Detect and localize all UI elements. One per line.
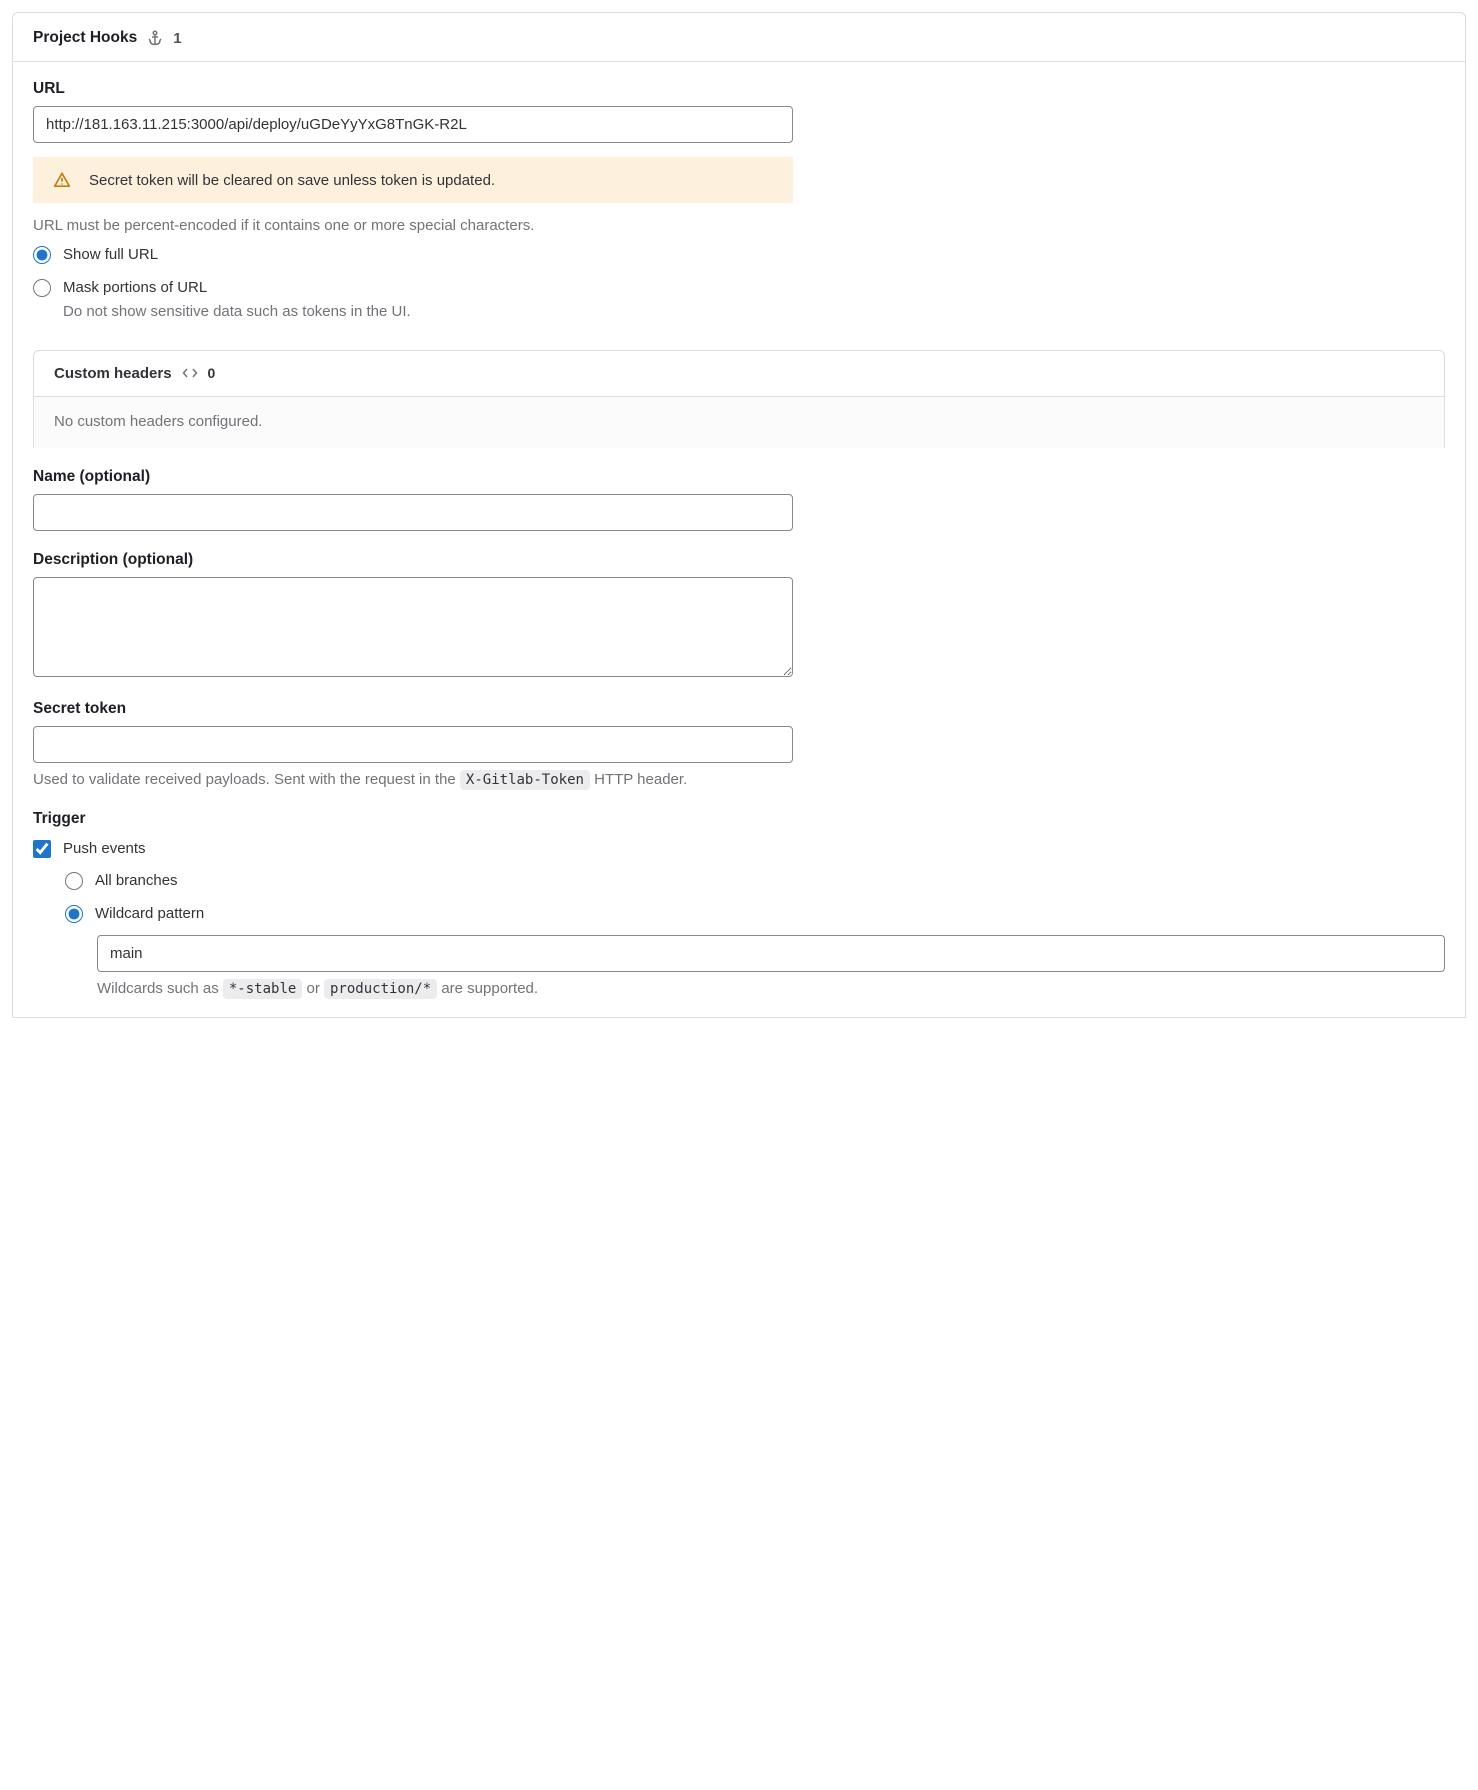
- url-input[interactable]: [33, 106, 793, 143]
- custom-headers-title: Custom headers: [54, 365, 172, 382]
- trigger-label: Trigger: [33, 810, 1445, 828]
- wildcard-label: Wildcard pattern: [95, 903, 204, 926]
- trigger-block: Trigger Push events All branches Wildcar…: [33, 810, 1445, 998]
- show-full-url-radio[interactable]: [33, 246, 51, 264]
- warning-icon: [53, 171, 71, 189]
- wildcard-input-wrap: [97, 935, 1445, 972]
- secret-token-warning: Secret token will be cleared on save unl…: [33, 157, 793, 203]
- wildcard-help: Wildcards such as *-stable or production…: [97, 980, 1445, 997]
- mask-url-label: Mask portions of URL: [63, 279, 207, 296]
- custom-headers-header: Custom headers 0: [34, 351, 1444, 397]
- wildcard-code1: *-stable: [223, 979, 302, 999]
- secret-help-post: HTTP header.: [594, 771, 687, 788]
- push-events-row: Push events: [33, 838, 1445, 861]
- project-hooks-panel: Project Hooks 1 URL Secr: [12, 12, 1466, 1018]
- description-label: Description (optional): [33, 551, 1445, 569]
- custom-headers-count: 0: [208, 365, 216, 381]
- panel-title: Project Hooks: [33, 29, 137, 47]
- mask-url-label-group: Mask portions of URL Do not show sensiti…: [63, 277, 411, 324]
- push-events-checkbox[interactable]: [33, 840, 51, 858]
- description-textarea[interactable]: [33, 577, 793, 677]
- custom-headers-panel: Custom headers 0 No custom headers confi…: [33, 350, 1445, 448]
- push-events-options: All branches Wildcard pattern: [65, 870, 1445, 925]
- panel-body: URL Secret token will be cleared on save…: [13, 62, 1465, 1017]
- wildcard-row: Wildcard pattern: [65, 903, 1445, 926]
- mask-url-row: Mask portions of URL Do not show sensiti…: [33, 277, 1445, 324]
- show-full-url-row: Show full URL: [33, 244, 1445, 267]
- secret-help-code: X-Gitlab-Token: [460, 770, 590, 790]
- custom-headers-empty: No custom headers configured.: [34, 397, 1444, 448]
- secret-input[interactable]: [33, 726, 793, 763]
- secret-help-pre: Used to validate received payloads. Sent…: [33, 771, 460, 788]
- name-label: Name (optional): [33, 468, 1445, 486]
- warning-text: Secret token will be cleared on save unl…: [89, 172, 495, 189]
- panel-header: Project Hooks 1: [13, 13, 1465, 62]
- secret-label: Secret token: [33, 700, 1445, 718]
- push-events-label: Push events: [63, 838, 146, 861]
- anchor-icon: [147, 30, 163, 46]
- wildcard-input[interactable]: [97, 935, 1445, 972]
- wildcard-help-mid: or: [306, 980, 324, 997]
- wildcard-code2: production/*: [324, 979, 437, 999]
- url-help: URL must be percent-encoded if it contai…: [33, 217, 1445, 234]
- all-branches-radio[interactable]: [65, 872, 83, 890]
- url-label: URL: [33, 80, 1445, 98]
- show-full-url-label: Show full URL: [63, 244, 158, 267]
- name-input[interactable]: [33, 494, 793, 531]
- secret-help: Used to validate received payloads. Sent…: [33, 771, 1445, 788]
- all-branches-label: All branches: [95, 870, 178, 893]
- mask-url-radio[interactable]: [33, 279, 51, 297]
- wildcard-help-post: are supported.: [441, 980, 538, 997]
- wildcard-radio[interactable]: [65, 905, 83, 923]
- code-icon: [182, 365, 198, 381]
- mask-url-help: Do not show sensitive data such as token…: [63, 301, 411, 324]
- all-branches-row: All branches: [65, 870, 1445, 893]
- wildcard-help-pre: Wildcards such as: [97, 980, 223, 997]
- hooks-count: 1: [173, 30, 181, 47]
